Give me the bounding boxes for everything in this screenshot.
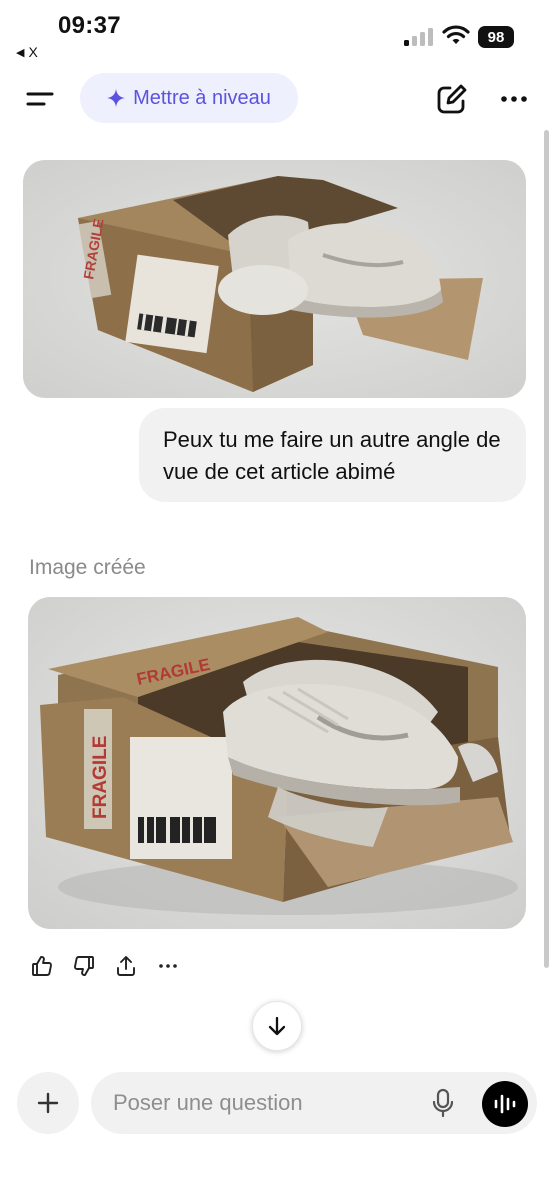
upgrade-button[interactable]: Mettre à niveau bbox=[80, 73, 298, 123]
uploaded-image[interactable]: FRAGILE bbox=[23, 160, 526, 398]
share-icon[interactable] bbox=[114, 954, 138, 978]
arrow-down-icon bbox=[268, 1016, 286, 1036]
scrollbar[interactable] bbox=[544, 130, 549, 968]
thumbs-up-icon[interactable] bbox=[30, 954, 54, 978]
question-input[interactable] bbox=[113, 1072, 413, 1134]
new-chat-edit-icon[interactable] bbox=[434, 82, 470, 116]
thumbs-down-icon[interactable] bbox=[72, 954, 96, 978]
svg-text:FRAGILE: FRAGILE bbox=[90, 736, 111, 819]
status-time: 09:37 bbox=[58, 12, 121, 39]
back-app-label: X bbox=[28, 44, 38, 60]
upgrade-label: Mettre à niveau bbox=[133, 86, 271, 109]
plus-icon bbox=[37, 1092, 59, 1114]
back-to-app[interactable]: ◀ X bbox=[16, 44, 38, 60]
message-actions bbox=[30, 952, 180, 980]
more-icon[interactable] bbox=[156, 954, 180, 978]
voice-waveform-icon bbox=[494, 1094, 516, 1114]
scroll-to-bottom-button[interactable] bbox=[252, 1001, 302, 1051]
user-message-bubble: Peux tu me faire un autre angle de vue d… bbox=[139, 408, 526, 502]
battery-indicator: 98 bbox=[478, 26, 514, 48]
image-created-label: Image créée bbox=[29, 556, 146, 579]
microphone-icon[interactable] bbox=[429, 1088, 457, 1118]
attach-button[interactable] bbox=[17, 1072, 79, 1134]
cellular-signal-icon bbox=[404, 28, 433, 46]
voice-mode-button[interactable] bbox=[482, 1081, 528, 1127]
composer bbox=[91, 1072, 537, 1134]
sidebar-menu-icon[interactable] bbox=[22, 84, 56, 114]
wifi-icon bbox=[442, 25, 470, 44]
generated-image[interactable]: FRAGILE FRAGILE bbox=[28, 597, 526, 929]
more-options-icon[interactable] bbox=[496, 84, 532, 114]
back-triangle-icon: ◀ bbox=[16, 46, 25, 59]
sparkle-icon bbox=[107, 89, 126, 107]
